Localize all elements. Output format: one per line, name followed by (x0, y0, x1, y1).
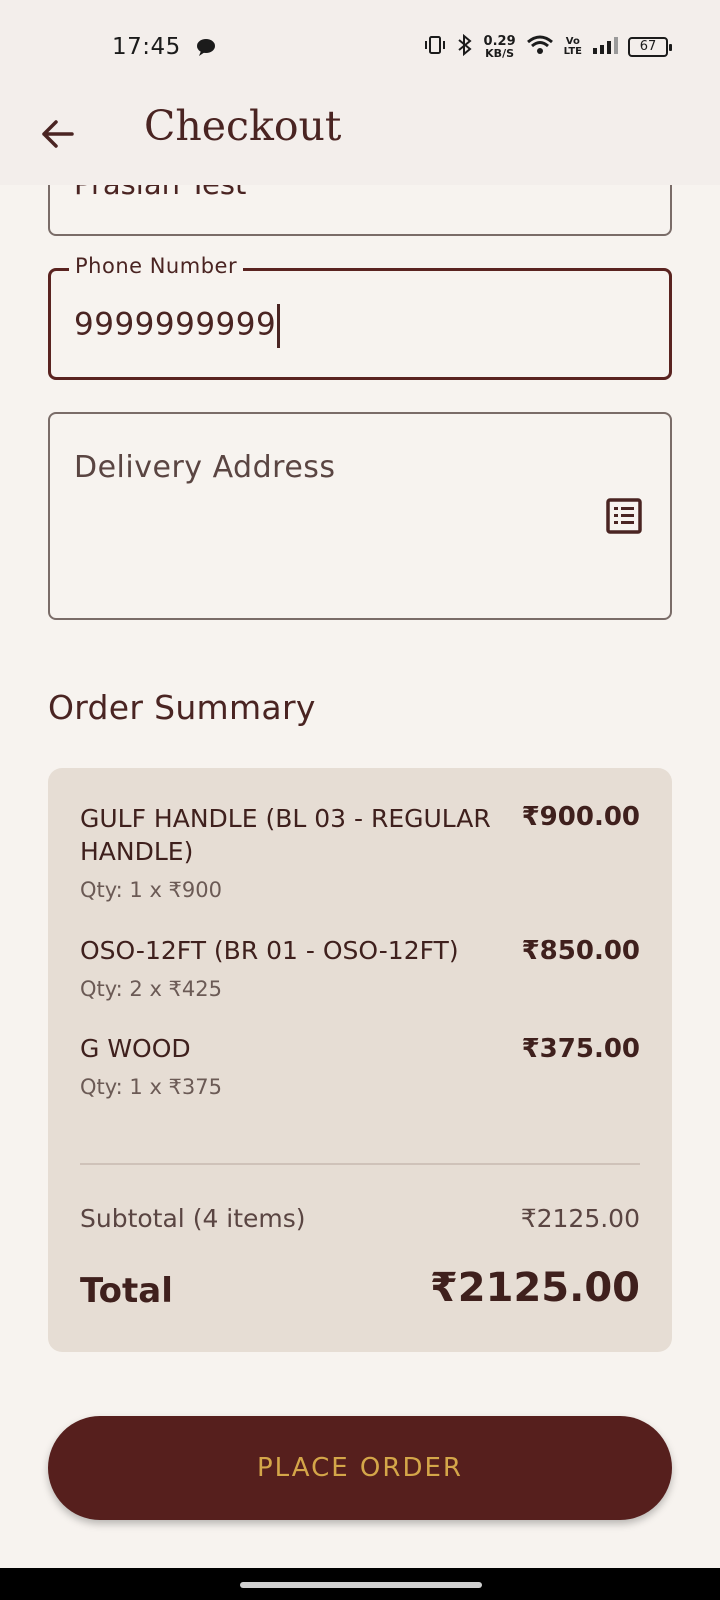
app-bar: Checkout (0, 90, 720, 185)
phone-field[interactable]: Phone Number 9999999999 (48, 254, 672, 380)
status-icons: 0.29 KB/S Vo LTE 67 (424, 33, 672, 60)
order-item-qty: Qty: 2 x ₹425 (80, 977, 222, 1001)
order-item: G WOOD ₹375.00 Qty: 1 x ₹375 (80, 1032, 640, 1099)
order-item-price: ₹375.00 (521, 1034, 640, 1064)
order-item-name: OSO-12FT (BR 01 - OSO-12FT) (80, 936, 459, 965)
status-time: 17:45 (112, 34, 181, 60)
summary-divider (80, 1163, 640, 1165)
order-item: OSO-12FT (BR 01 - OSO-12FT) ₹850.00 Qty:… (80, 934, 640, 1001)
page-title: Checkout (144, 102, 342, 150)
order-item: GULF HANDLE (BL 03 - REGULAR HANDLE) ₹90… (80, 802, 640, 902)
back-button[interactable] (36, 112, 80, 156)
delivery-address-field[interactable]: Delivery Address (48, 412, 672, 620)
order-item-qty: Qty: 1 x ₹375 (80, 1075, 222, 1099)
order-item-price: ₹900.00 (521, 802, 640, 832)
home-gesture-handle[interactable] (240, 1582, 482, 1588)
list-alt-icon[interactable] (606, 498, 642, 534)
order-item-price: ₹850.00 (521, 936, 640, 966)
bluetooth-icon (456, 33, 474, 60)
network-speed: 0.29 KB/S (484, 35, 516, 59)
vibrate-icon (424, 35, 446, 59)
place-order-label: PLACE ORDER (257, 1453, 463, 1483)
phone-field-value-wrap: 9999999999 (74, 304, 281, 348)
subtotal-value: ₹2125.00 (520, 1204, 640, 1233)
phone-field-label: Phone Number (69, 254, 244, 278)
status-bar: 17:45 0.29 KB/S Vo LTE 67 (0, 0, 720, 90)
subtotal-label: Subtotal (4 items) (80, 1204, 306, 1233)
battery-indicator: 67 (628, 37, 672, 57)
total-value: ₹2125.00 (429, 1265, 640, 1311)
order-summary-title: Order Summary (48, 688, 316, 727)
system-nav-bar (0, 1568, 720, 1600)
text-caret (277, 304, 281, 348)
order-item-name: GULF HANDLE (BL 03 - REGULAR HANDLE) (80, 804, 491, 866)
network-speed-unit: KB/S (485, 47, 515, 60)
signal-icon (592, 35, 618, 59)
wifi-icon (526, 34, 554, 60)
arrow-left-icon (42, 120, 74, 148)
place-order-button[interactable]: PLACE ORDER (48, 1416, 672, 1520)
order-item-qty: Qty: 1 x ₹900 (80, 878, 222, 902)
message-bubble-icon (196, 38, 216, 60)
volte-indicator: Vo LTE (564, 37, 582, 57)
order-summary-card: GULF HANDLE (BL 03 - REGULAR HANDLE) ₹90… (48, 768, 672, 1352)
order-item-name: G WOOD (80, 1034, 191, 1063)
total-label: Total (80, 1271, 173, 1311)
delivery-address-placeholder: Delivery Address (74, 450, 336, 485)
volte-bottom: LTE (563, 46, 582, 57)
phone-field-value: 9999999999 (74, 306, 277, 343)
